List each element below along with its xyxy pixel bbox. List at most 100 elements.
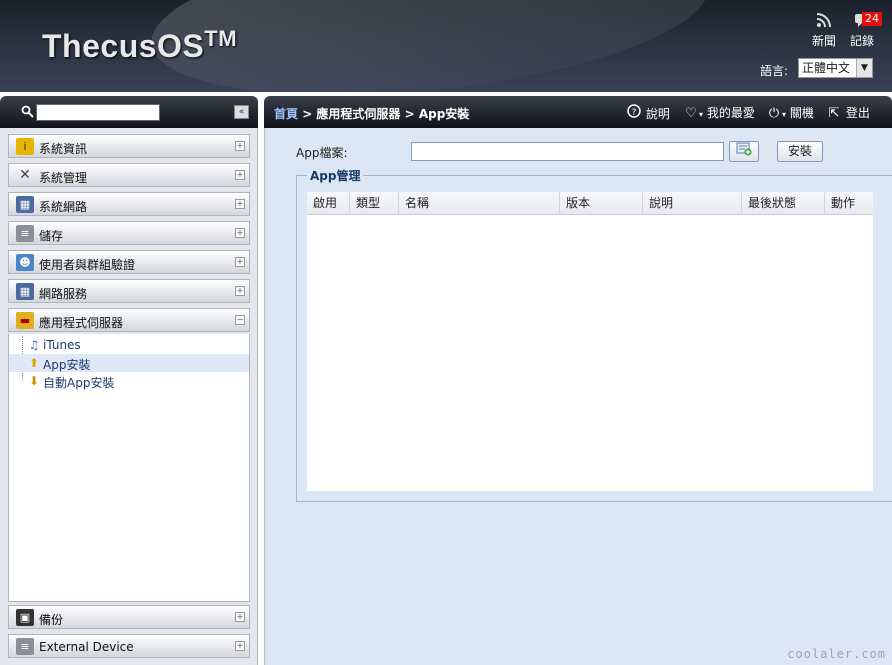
logout-button[interactable]: ⇱ 登出: [826, 104, 870, 121]
sidebar-item-label: 備份: [39, 613, 64, 627]
chevron-down-icon: ▾: [699, 110, 704, 119]
sidebar-item-app-install[interactable]: ⬆ App安裝: [9, 354, 249, 372]
sidebar-item-label: 應用程式伺服器: [39, 316, 124, 330]
sidebar-item-external-device[interactable]: ≡ External Device +: [8, 634, 250, 658]
thecus-logo: ThecusOSTM: [42, 26, 238, 64]
network-icon: ▦: [16, 196, 34, 213]
app-file-label: App檔案:: [296, 146, 348, 160]
sidebar-item-system-info[interactable]: i 系統資訊 +: [8, 134, 250, 158]
sidebar-item-label: 系統資訊: [39, 142, 88, 156]
breadcrumb-home-link[interactable]: 首頁: [274, 107, 298, 121]
search-icon: [21, 105, 35, 119]
sidebar-subitem-label: iTunes: [43, 338, 81, 352]
power-icon: ⏻: [768, 106, 780, 121]
sidebar-item-application-server[interactable]: ▬ 應用程式伺服器 −: [8, 308, 250, 332]
sidebar-item-backup[interactable]: ▣ 備份 +: [8, 605, 250, 629]
expand-icon[interactable]: +: [235, 199, 245, 209]
news-button[interactable]: 新聞: [804, 12, 844, 49]
sidebar-item-label: 儲存: [39, 229, 64, 243]
sidebar-item-system-network[interactable]: ▦ 系統網路 +: [8, 192, 250, 216]
help-label: 說明: [645, 107, 670, 121]
expand-icon[interactable]: +: [235, 641, 245, 651]
log-button[interactable]: 24 記錄: [842, 12, 882, 49]
sidebar-item-label: 系統網路: [39, 200, 88, 214]
sidebar-item-label: External Device: [39, 640, 134, 654]
favorites-label: 我的最愛: [706, 106, 755, 120]
browse-file-button[interactable]: [729, 141, 759, 162]
language-label: 語言:: [760, 64, 789, 78]
install-button[interactable]: 安裝: [777, 141, 823, 162]
column-header-action[interactable]: 動作: [825, 192, 873, 215]
expand-icon[interactable]: +: [235, 286, 245, 296]
expand-icon[interactable]: +: [235, 228, 245, 238]
music-note-icon: ♫: [28, 338, 40, 352]
app-install-icon: ⬆: [28, 356, 40, 370]
sidebar-item-label: 使用者與群組驗證: [39, 258, 136, 272]
column-header-last-status[interactable]: 最後狀態: [742, 192, 825, 215]
app-grid: 啟用 類型 名稱 版本 說明 最後狀態 動作: [307, 192, 873, 491]
expand-icon[interactable]: +: [235, 612, 245, 622]
help-button[interactable]: ? 說明: [626, 104, 670, 122]
network-service-icon: ▦: [16, 283, 34, 300]
column-header-version[interactable]: 版本: [560, 192, 643, 215]
info-icon: i: [16, 138, 34, 155]
storage-icon: ≡: [16, 225, 34, 242]
app-management-title: App管理: [307, 167, 364, 184]
log-label: 記錄: [849, 34, 874, 48]
language-select[interactable]: 正體中文 ▼: [798, 58, 873, 78]
external-device-icon: ≡: [16, 638, 34, 655]
column-header-name[interactable]: 名稱: [399, 192, 560, 215]
column-header-enable[interactable]: 啟用: [307, 192, 350, 215]
breadcrumb-path: > 應用程式伺服器 > App安裝: [298, 107, 470, 121]
chevron-down-icon: ▾: [782, 110, 787, 119]
watermark: coolaler.com: [787, 647, 886, 661]
users-icon: ☻: [16, 254, 34, 271]
collapse-icon[interactable]: −: [235, 315, 245, 325]
news-label: 新聞: [811, 34, 836, 48]
sidebar-item-label: 網路服務: [39, 287, 88, 301]
main-content: App檔案: 安裝 App管理 啟用 類型 名稱 版本 說明 最後狀態 動作: [264, 128, 892, 665]
question-circle-icon: ?: [626, 104, 642, 122]
log-count-badge: 24: [862, 12, 882, 26]
rss-icon: [804, 12, 844, 32]
expand-icon[interactable]: +: [235, 141, 245, 151]
column-header-description[interactable]: 說明: [643, 192, 742, 215]
shutdown-label: 關機: [789, 106, 814, 120]
heart-icon: ♡: [685, 106, 697, 121]
sidebar-search-bar: «: [0, 96, 258, 128]
sidebar-subitem-label: App安裝: [43, 358, 91, 372]
auto-install-icon: ⬇: [28, 374, 40, 388]
sidebar: i 系統資訊 + ✕ 系統管理 + ▦ 系統網路 + ≡ 儲存 + ☻ 使用者與…: [0, 128, 258, 665]
search-input[interactable]: [36, 104, 160, 121]
expand-icon[interactable]: +: [235, 170, 245, 180]
language-value: 正體中文: [802, 61, 851, 75]
sidebar-subitem-label: 自動App安裝: [43, 376, 115, 390]
sidebar-item-storage[interactable]: ≡ 儲存 +: [8, 221, 250, 245]
app-header: ThecusOSTM 新聞 24 記錄 語言: 正體中文 ▼: [0, 0, 892, 92]
sidebar-item-itunes[interactable]: ♫ iTunes: [9, 336, 249, 354]
browse-file-icon: [736, 142, 752, 159]
collapse-sidebar-button[interactable]: «: [234, 105, 249, 119]
expand-icon[interactable]: +: [235, 257, 245, 267]
logout-label: 登出: [845, 106, 870, 120]
tools-icon: ✕: [19, 167, 31, 183]
shutdown-button[interactable]: ⏻ ▾ 關機: [766, 104, 814, 121]
column-header-type[interactable]: 類型: [350, 192, 399, 215]
sidebar-item-label: 系統管理: [39, 171, 88, 185]
folder-icon: ▬: [16, 312, 34, 329]
svg-text:?: ?: [632, 108, 637, 118]
main-toolbar: 首頁 > 應用程式伺服器 > App安裝 ? 說明 ♡ ▾ 我的最愛 ⏻ ▾ 關機 …: [264, 96, 892, 128]
favorites-button[interactable]: ♡ ▾ 我的最愛: [683, 104, 755, 121]
sidebar-item-users-groups[interactable]: ☻ 使用者與群組驗證 +: [8, 250, 250, 274]
watermark-text: coolaler.com: [787, 647, 886, 661]
app-grid-header: 啟用 類型 名稱 版本 說明 最後狀態 動作: [307, 192, 873, 215]
backup-icon: ▣: [16, 609, 34, 626]
app-server-subtree: ♫ iTunes ⬆ App安裝 ⬇ 自動App安裝: [8, 334, 250, 602]
breadcrumb: 首頁 > 應用程式伺服器 > App安裝: [274, 105, 469, 122]
app-file-input[interactable]: [411, 142, 724, 161]
sidebar-item-system-management[interactable]: ✕ 系統管理 +: [8, 163, 250, 187]
logout-icon: ⇱: [828, 106, 840, 121]
sidebar-item-auto-app-install[interactable]: ⬇ 自動App安裝: [9, 372, 249, 390]
chevron-down-icon[interactable]: ▼: [856, 59, 872, 77]
sidebar-item-network-service[interactable]: ▦ 網路服務 +: [8, 279, 250, 303]
